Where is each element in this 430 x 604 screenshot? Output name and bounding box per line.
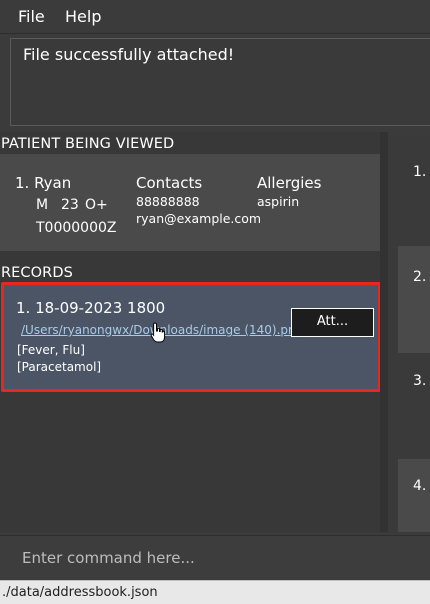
record-card[interactable]: 1. 18-09-2023 1800 /Users/ryanongwx/Down… bbox=[1, 282, 381, 392]
record-title: 1. 18-09-2023 1800 bbox=[16, 299, 166, 317]
records-section-header: RECORDS bbox=[1, 265, 73, 281]
patient-section-header: PATIENT BEING VIEWED bbox=[1, 136, 175, 152]
list-item-index: 4. bbox=[413, 478, 427, 494]
list-item-index: 2. bbox=[413, 269, 427, 285]
hand-cursor-icon bbox=[150, 322, 166, 343]
data-file-path: ./data/addressbook.json bbox=[2, 585, 158, 600]
record-conditions: [Fever, Flu] bbox=[17, 343, 85, 357]
contacts-label: Contacts bbox=[136, 174, 203, 192]
menu-help[interactable]: Help bbox=[65, 7, 101, 26]
list-item[interactable]: 3. bbox=[398, 353, 430, 459]
list-item-index: 1. bbox=[413, 164, 427, 180]
list-item[interactable]: 2. bbox=[398, 246, 430, 353]
list-item[interactable]: 1. bbox=[398, 136, 430, 246]
patient-blood-type: O+ bbox=[85, 197, 108, 213]
list-item-index: 3. bbox=[413, 373, 427, 389]
status-bar: ./data/addressbook.json bbox=[0, 580, 430, 604]
result-display[interactable]: File successfully attached! bbox=[10, 38, 430, 126]
patient-name: 1. Ryan bbox=[15, 174, 72, 192]
pane-divider[interactable] bbox=[380, 132, 388, 532]
allergies-label: Allergies bbox=[257, 174, 322, 192]
patient-allergies: aspirin bbox=[257, 194, 300, 209]
record-medications: [Paracetamol] bbox=[17, 360, 102, 374]
command-box bbox=[0, 535, 430, 579]
patient-phone: 88888888 bbox=[136, 194, 200, 209]
command-input[interactable] bbox=[10, 542, 430, 574]
patient-email: ryan@example.com bbox=[136, 211, 262, 226]
patient-nric: T0000000Z bbox=[36, 220, 117, 236]
list-item[interactable]: 4. bbox=[398, 459, 430, 532]
patient-gender: M bbox=[36, 197, 49, 213]
menu-bar: File Help bbox=[0, 0, 430, 34]
right-list-pane: 1. 2. 3. 4. bbox=[388, 136, 430, 532]
patient-age: 23 bbox=[61, 197, 79, 213]
result-message: File successfully attached! bbox=[23, 45, 235, 64]
left-pane: PATIENT BEING VIEWED 1. Ryan M 23 O+ T00… bbox=[0, 132, 381, 532]
menu-file[interactable]: File bbox=[18, 7, 45, 26]
patient-card[interactable]: 1. Ryan M 23 O+ T0000000Z Contacts 88888… bbox=[0, 154, 380, 251]
attach-button[interactable]: Att... bbox=[291, 308, 374, 337]
